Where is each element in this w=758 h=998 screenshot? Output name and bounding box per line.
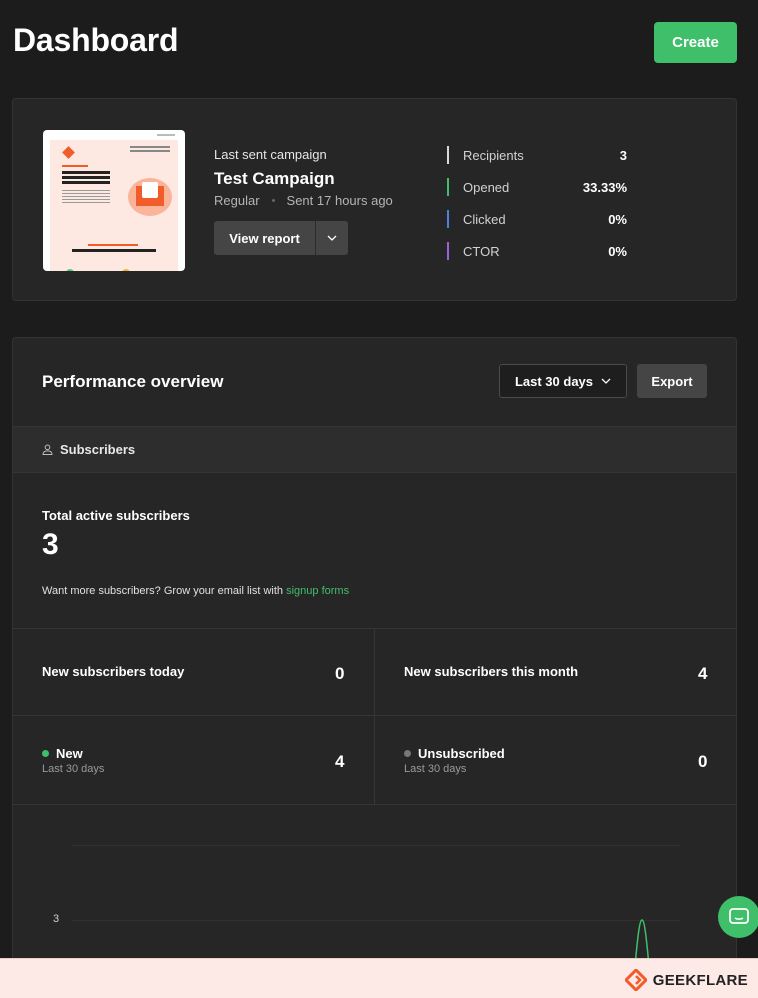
stat-clicked: Clicked 0% [447,207,627,231]
brand-logo: GEEKFLARE [624,969,748,991]
unsub-label-wrap: Unsubscribed [404,746,505,761]
unsub-status-dot [404,750,411,757]
brand-name: GEEKFLARE [652,971,748,989]
export-button[interactable]: Export [637,364,707,398]
stat-bar [447,210,449,228]
campaign-sent-time: Sent 17 hours ago [286,193,393,208]
new-today-label: New subscribers today [42,664,185,679]
chevron-down-icon [601,378,611,384]
stat-label: Clicked [463,211,506,227]
new-sublabel: Last 30 days [42,763,105,775]
campaign-label: Last sent campaign [214,147,327,162]
chart-svg [633,919,651,976]
unsubscribed-label: Unsubscribed [418,746,505,761]
campaign-name: Test Campaign [214,169,335,188]
subscribers-trend-row: New Last 30 days 4 Unsubscribed Last 30 … [13,715,736,805]
create-button[interactable]: Create [654,22,737,63]
unsubscribed-cell[interactable]: Unsubscribed Last 30 days 0 [375,716,736,804]
report-dropdown-button[interactable] [315,221,348,255]
thumbnail-tag [62,165,88,167]
subscribers-stats-row: New subscribers today 0 New subscribers … [13,628,736,715]
thumbnail-paper [50,140,178,271]
tab-subscribers[interactable]: Subscribers [42,442,135,457]
footer-bar: GEEKFLARE [0,958,758,998]
new-today-cell: New subscribers today 0 [13,629,375,715]
last-campaign-card: Last sent campaign Test Campaign Regular… [12,98,737,301]
thumbnail-body [62,190,110,191]
new-status-dot [42,750,49,757]
new-today-value: 0 [335,664,345,683]
campaign-type: Regular [214,193,260,208]
performance-tabbar: Subscribers [13,426,736,473]
new-label: New [56,746,83,761]
new-month-label: New subscribers this month [404,664,579,679]
unsubscribed-sublabel: Last 30 days [404,763,467,775]
new-month-cell: New subscribers this month 4 [375,629,736,715]
date-range-label: Last 30 days [514,373,594,389]
thumbnail-logo-icon [62,146,75,159]
campaign-stats: Recipients 3 Opened 33.33% Clicked 0% CT… [447,143,627,271]
subscribers-chart: 3 [13,805,736,976]
stat-bar [447,178,449,196]
total-active-value: 3 [42,528,59,561]
new-month-value: 4 [698,664,708,683]
thumbnail-subhead [72,249,156,252]
stat-bar [447,146,449,164]
stat-value: 33.33% [582,179,627,195]
new-value: 4 [335,752,345,771]
signup-forms-link[interactable]: signup forms [286,585,349,597]
grow-text: Want more subscribers? Grow your email l… [42,585,287,597]
meta-separator [271,199,275,202]
total-active-label: Total active subscribers [42,508,190,523]
date-range-dropdown[interactable]: Last 30 days [499,364,627,398]
grow-list-text: Want more subscribers? Grow your email l… [42,585,349,597]
performance-overview-card: Performance overview Last 30 days Export… [12,337,737,977]
campaign-meta: Regular Sent 17 hours ago [214,193,393,208]
stat-value: 0% [608,243,627,259]
stat-label: Recipients [463,147,524,163]
new-cell[interactable]: New Last 30 days 4 [13,716,375,804]
tab-label: Subscribers [60,442,136,457]
thumbnail-letter [142,182,158,198]
stat-label: CTOR [463,243,500,259]
thumbnail-dot-yellow [122,269,130,271]
user-icon [42,444,53,455]
thumbnail-topline [157,134,175,136]
stat-ctor: CTOR 0% [447,239,627,263]
report-button-group: View report [214,221,348,255]
chat-button[interactable] [718,896,758,938]
stat-recipients: Recipients 3 [447,143,627,167]
view-report-button[interactable]: View report [214,221,315,255]
thumbnail-headline [62,171,110,174]
unsubscribed-value: 0 [698,752,708,771]
stat-label: Opened [463,179,510,195]
page-title: Dashboard [13,22,179,58]
thumbnail-header [130,146,170,148]
geekflare-logo-icon [624,969,647,991]
stat-value: 0% [608,211,627,227]
campaign-thumbnail[interactable] [43,130,185,271]
performance-title: Performance overview [42,372,224,391]
stat-value: 3 [619,147,627,163]
thumbnail-subtag [88,244,138,246]
chat-icon [729,908,749,924]
new-label-wrap: New [42,746,83,761]
stat-bar [447,242,449,260]
stat-opened: Opened 33.33% [447,175,627,199]
chevron-down-icon [327,235,337,241]
thumbnail-dot-green [66,269,74,271]
